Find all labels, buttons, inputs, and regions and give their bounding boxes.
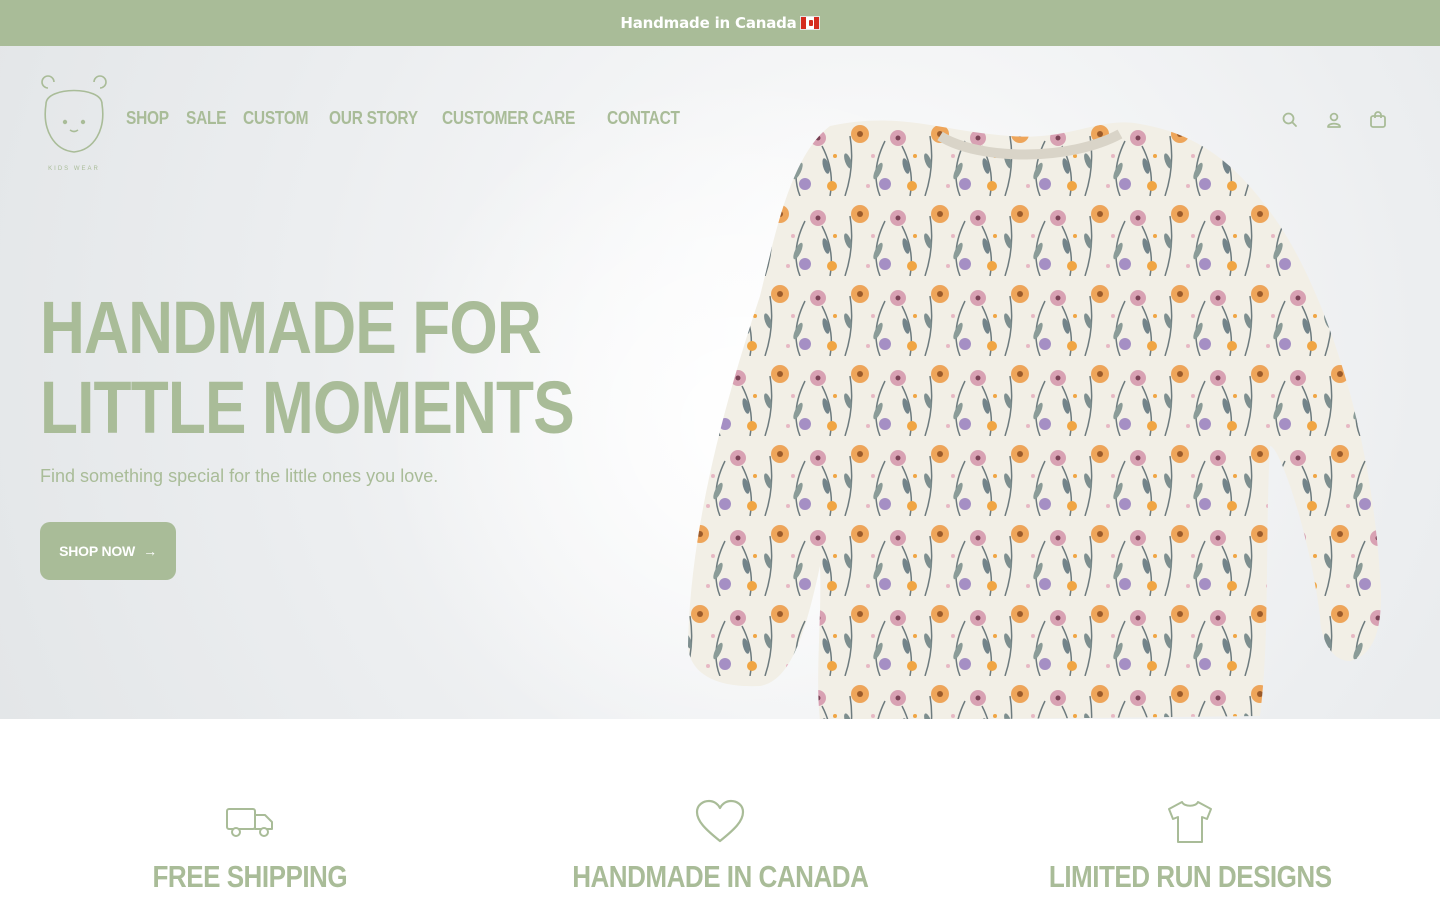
hero-section: KIDS WEAR SHOP SALE CUSTOM OUR STORY CUS… — [0, 46, 1440, 719]
canada-flag-icon — [799, 16, 820, 30]
shop-now-label: SHOP NOW — [59, 543, 136, 559]
arrow-right-icon: → — [143, 543, 157, 559]
hero-headline-line1: HANDMADE FOR — [40, 286, 542, 369]
logo[interactable]: KIDS WEAR — [38, 74, 110, 174]
feature-title: FREE SHIPPING — [152, 859, 348, 894]
feature-limited-run: LIMITED RUN DESIGNS — [950, 799, 1430, 895]
announcement-bar: Handmade in Canada — [0, 0, 1440, 46]
features-section: FREE SHIPPING HANDMADE IN CANADA LIMITED… — [0, 719, 1440, 900]
feature-handmade: HANDMADE IN CANADA — [480, 799, 960, 895]
tshirt-icon — [1168, 801, 1212, 843]
main-nav: SHOP SALE CUSTOM OUR STORY CUSTOMER CARE… — [126, 108, 681, 129]
heart-icon — [695, 799, 745, 843]
nav-contact[interactable]: CONTACT — [607, 108, 680, 129]
feature-title: LIMITED RUN DESIGNS — [1048, 859, 1332, 894]
nav-our-story[interactable]: OUR STORY — [329, 108, 418, 129]
logo-subtext: KIDS WEAR — [48, 166, 100, 172]
truck-icon — [226, 808, 273, 837]
hero-headline-line2: LITTLE MOMENTS — [40, 366, 575, 449]
nav-shop[interactable]: SHOP — [126, 108, 169, 129]
feature-free-shipping: FREE SHIPPING — [10, 799, 490, 895]
hero-subtitle: Find something special for the little on… — [40, 466, 439, 486]
announcement-text: Handmade in Canada — [620, 14, 797, 32]
feature-title: HANDMADE IN CANADA — [571, 859, 869, 894]
nav-sale[interactable]: SALE — [186, 108, 227, 129]
nav-customer-care[interactable]: CUSTOMER CARE — [442, 108, 575, 129]
shop-now-button[interactable]: SHOP NOW → — [40, 522, 176, 580]
hero-headline: HANDMADE FOR LITTLE MOMENTS — [40, 286, 575, 449]
nav-custom[interactable]: CUSTOM — [243, 108, 309, 129]
floral-sweater-image — [688, 120, 1381, 719]
